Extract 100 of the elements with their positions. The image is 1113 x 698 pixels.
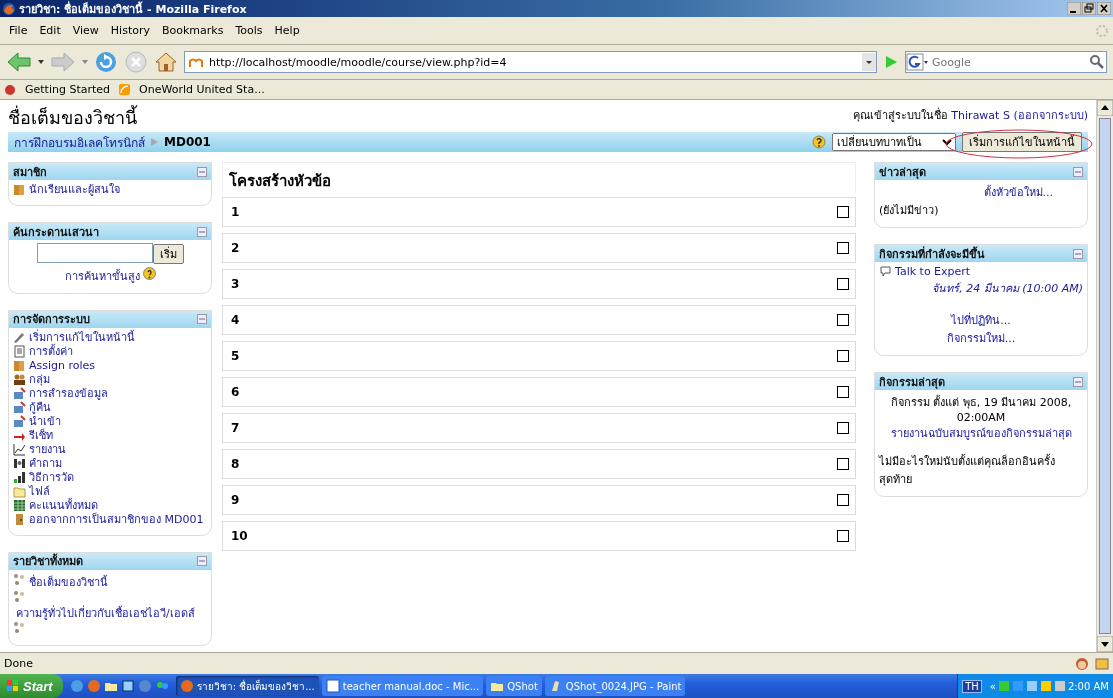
tray-icon[interactable] xyxy=(1025,680,1038,692)
block-link[interactable]: กู้คืน xyxy=(29,400,51,415)
launcher-icon[interactable] xyxy=(69,679,84,693)
taskbar-button[interactable]: รายวิชา: ชื่อเต็มของวิชา... xyxy=(175,676,319,696)
role-dropdown[interactable]: เปลี่ยนบทบาทเป็น xyxy=(832,133,956,151)
feed-icon[interactable] xyxy=(118,83,132,96)
section-number: 9 xyxy=(231,493,240,507)
scrollbar[interactable] xyxy=(1096,100,1113,652)
window-title: รายวิชา: ชื่อเต็มของวิชานี้ - Mozilla Firefox xyxy=(19,0,248,18)
bookmark-icon[interactable] xyxy=(4,83,17,96)
help-icon[interactable] xyxy=(142,266,156,280)
course-link[interactable]: ชื่อเต็มของวิชานี้ xyxy=(29,575,108,590)
reload-icon[interactable] xyxy=(94,50,118,74)
search-field[interactable]: Google xyxy=(905,51,1107,73)
menu-item[interactable]: Tools xyxy=(230,22,268,39)
stop-icon[interactable] xyxy=(124,50,148,74)
highlight-checkbox[interactable] xyxy=(837,278,849,290)
scroll-down-icon[interactable] xyxy=(1097,636,1113,652)
collapse-icon[interactable] xyxy=(197,226,207,237)
menu-item[interactable]: File xyxy=(4,22,33,39)
address-bar[interactable]: http://localhost/moodle/moodle/course/view.php?id=4 xyxy=(184,51,877,73)
calendar-link[interactable]: กิจกรรมใหม่... xyxy=(946,332,1016,345)
highlight-checkbox[interactable] xyxy=(837,386,849,398)
language-indicator[interactable]: TH xyxy=(962,679,982,693)
block-title: รายวิชาทั้งหมด xyxy=(13,552,83,570)
dropdown-icon[interactable] xyxy=(862,53,876,71)
block-link[interactable]: กลุ่ม xyxy=(29,372,50,387)
home-icon[interactable] xyxy=(154,50,178,74)
advanced-search-link[interactable]: การค้นหาขั้นสูง xyxy=(64,266,140,285)
edit-mode-button[interactable]: เริ่มการแก้ไขในหน้านี้ xyxy=(962,132,1082,152)
block-link[interactable]: Assign roles xyxy=(29,358,96,373)
collapse-icon[interactable] xyxy=(1073,248,1083,259)
dropdown-icon[interactable] xyxy=(38,60,44,64)
block-link[interactable]: รายงาน xyxy=(29,442,66,457)
menu-item[interactable]: History xyxy=(105,22,155,39)
highlight-checkbox[interactable] xyxy=(837,530,849,542)
block-link[interactable]: นักเรียนและผู้สนใจ xyxy=(29,183,120,197)
back-arrow-icon[interactable] xyxy=(6,51,32,73)
block-title: ข่าวล่าสุด xyxy=(879,164,926,181)
go-arrow-icon[interactable] xyxy=(883,54,899,70)
line-chart-icon xyxy=(13,442,26,456)
monkey-icon[interactable] xyxy=(1075,656,1089,671)
menu-item[interactable]: View xyxy=(67,22,104,39)
taskbar-button[interactable]: teacher manual.doc - Mic... xyxy=(321,676,484,696)
calendar-link[interactable]: ไปที่ปฏิทิน... xyxy=(951,314,1011,327)
menu-item[interactable]: Edit xyxy=(34,22,66,39)
highlight-checkbox[interactable] xyxy=(837,314,849,326)
highlight-checkbox[interactable] xyxy=(837,422,849,434)
bookmark-link[interactable]: OneWorld United Sta... xyxy=(135,83,269,96)
bookmark-link[interactable]: Getting Started xyxy=(21,83,115,96)
highlight-checkbox[interactable] xyxy=(837,350,849,362)
collapse-icon[interactable] xyxy=(1073,166,1083,177)
tray-expand-button[interactable]: « xyxy=(989,680,996,692)
course-icon xyxy=(13,589,26,603)
search-engine-icon[interactable] xyxy=(906,53,928,71)
block-link[interactable]: ออกจากการเป็นสมาชิกของ MD001 xyxy=(29,512,204,527)
logout-link[interactable]: (ออกจากระบบ) xyxy=(1013,109,1088,122)
block-link[interactable]: การสำรองข้อมูล xyxy=(29,386,108,401)
windows-logo-icon xyxy=(6,679,20,693)
highlight-checkbox[interactable] xyxy=(837,494,849,506)
user-link[interactable]: Thirawat S xyxy=(951,109,1010,122)
block-link[interactable]: นำเข้า xyxy=(29,414,61,429)
taskbar-button[interactable]: QShot xyxy=(486,676,542,696)
minimize-icon[interactable] xyxy=(1067,2,1081,15)
help-icon[interactable] xyxy=(812,135,826,149)
highlight-checkbox[interactable] xyxy=(837,206,849,218)
breadcrumb-link[interactable]: การฝึกอบรมอิเลคโทรนิกส์ xyxy=(14,132,145,152)
tray-icon[interactable] xyxy=(1053,680,1066,692)
collapse-icon[interactable] xyxy=(1073,376,1083,387)
full-report-link[interactable]: รายงานฉบับสมบูรณ์ของกิจกรรมล่าสุด xyxy=(890,427,1072,440)
scroll-up-icon[interactable] xyxy=(1097,100,1113,116)
restore-icon[interactable] xyxy=(1082,2,1096,15)
new-topic-link[interactable]: ตั้งหัวข้อใหม่... xyxy=(983,186,1053,199)
collapse-icon[interactable] xyxy=(197,556,207,566)
collapse-icon[interactable] xyxy=(197,314,207,324)
taskbar-button[interactable]: QShot_0024.JPG - Paint xyxy=(544,676,686,696)
status-text: Done xyxy=(4,657,33,670)
block-link[interactable]: คำถาม xyxy=(29,456,62,471)
close-icon[interactable] xyxy=(1097,2,1111,15)
highlight-checkbox[interactable] xyxy=(837,458,849,470)
address-field[interactable]: http://localhost/moodle/moodle/course/view.php?id=4 xyxy=(207,54,858,70)
addon-icon[interactable] xyxy=(1095,656,1109,671)
menu-item[interactable]: Help xyxy=(269,22,305,39)
launcher-icon[interactable] xyxy=(120,679,135,693)
search-input[interactable]: Google xyxy=(930,54,1086,70)
collapse-icon[interactable] xyxy=(197,166,207,177)
block-link[interactable]: เริ่มการแก้ไขในหน้านี้ xyxy=(29,330,135,345)
block-link[interactable]: ไฟล์ xyxy=(29,484,50,499)
block-link[interactable]: คะแนนทั้งหมด xyxy=(29,498,98,513)
block-link[interactable]: การตั้งค่า xyxy=(29,344,73,359)
event-link[interactable]: Talk to Expert xyxy=(895,265,971,279)
tray-icon[interactable] xyxy=(1039,680,1052,692)
course-link[interactable]: ความรู้ทั่วไปเกี่ยวกับเชื้อเอชไอวี/เอดส์ xyxy=(16,606,195,621)
menu-item[interactable]: Bookmarks xyxy=(157,22,229,39)
block-link[interactable]: วิธีการวัด xyxy=(29,470,74,485)
highlight-checkbox[interactable] xyxy=(837,242,849,254)
search-button[interactable]: เริ่ม xyxy=(152,243,184,264)
block-link[interactable]: รีเซ็ท xyxy=(29,428,53,443)
search-icon[interactable] xyxy=(1088,53,1106,71)
search-field[interactable] xyxy=(36,243,153,263)
